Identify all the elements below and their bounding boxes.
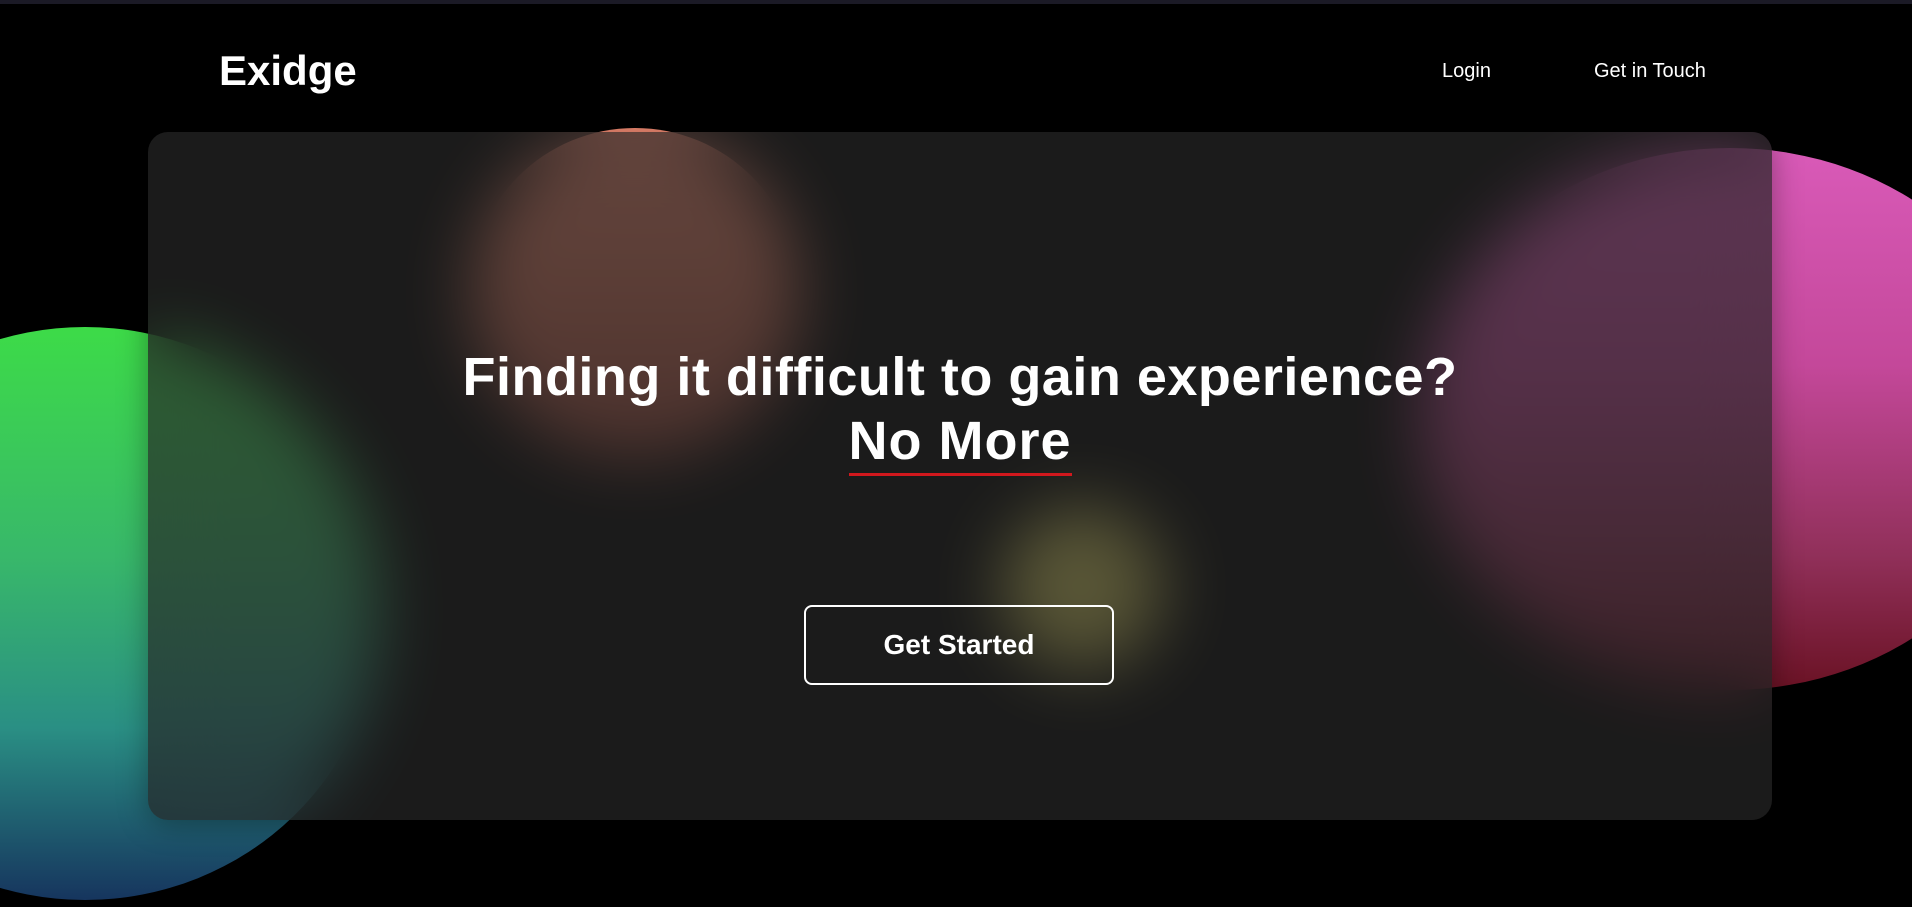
glass-card [148,132,1772,820]
nav-login-link[interactable]: Login [1442,58,1491,84]
get-started-button[interactable]: Get Started [804,605,1114,685]
top-strip [0,0,1912,4]
brand-logo[interactable]: Exidge [219,46,357,96]
hero-headline: Finding it difficult to gain experience? [462,347,1458,407]
hero-highlight: No More [848,409,1072,476]
hero-section: Finding it difficult to gain experience?… [148,345,1772,476]
nav-get-in-touch-link[interactable]: Get in Touch [1594,58,1706,84]
landing-page: Exidge Login Get in Touch Finding it dif… [0,0,1912,907]
